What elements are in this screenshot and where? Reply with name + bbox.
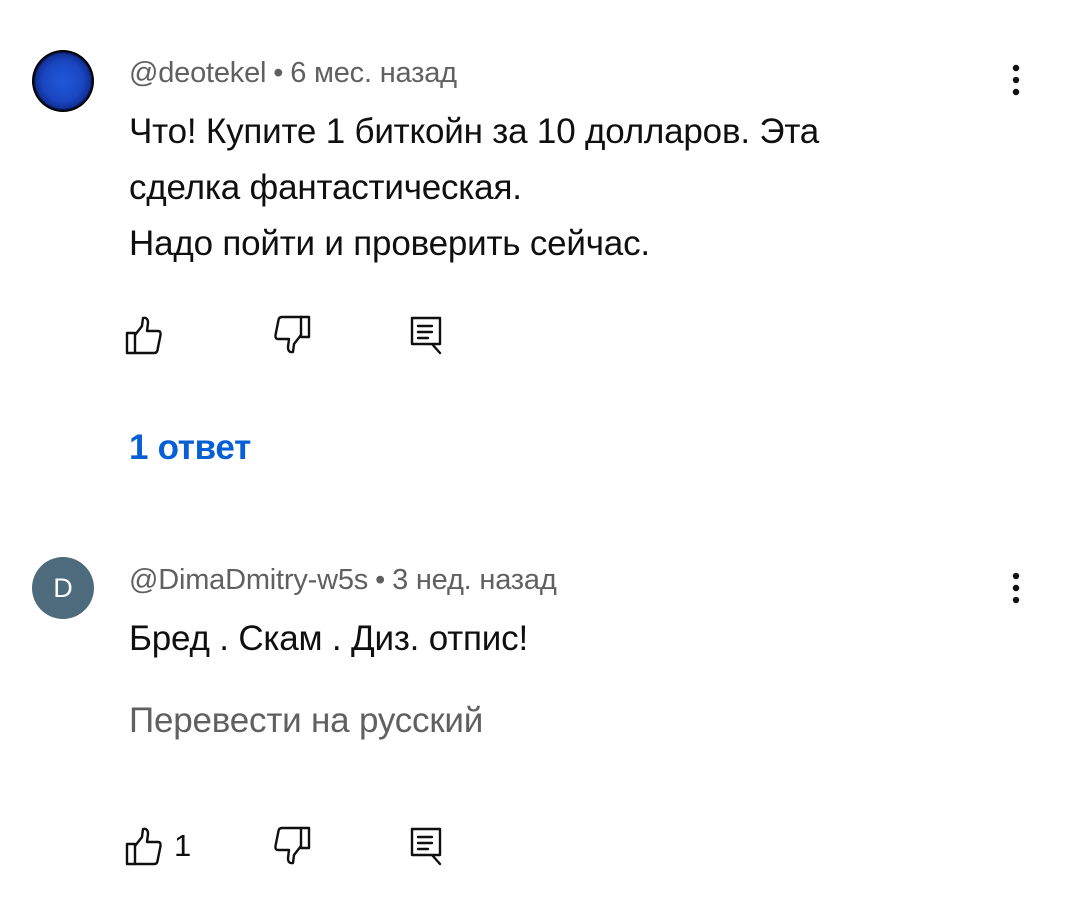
view-replies-button[interactable]: 1 ответ [129,428,251,468]
comment-thread: D @DimaDmitry-w5s • 3 нед. назад Бред . Ск… [0,520,1080,916]
translate-button[interactable]: Перевести на русский [129,701,483,741]
reply-comment-icon [406,314,446,356]
comment-text-line: Что! Купите 1 биткойн за 10 долларов. Эт… [129,112,820,151]
thumbs-up-icon [124,314,164,356]
comment-time: 6 мес. назад [290,57,457,89]
meta-separator: • [375,564,386,596]
reply-button[interactable] [406,823,446,869]
comment-text-line: Бред . Скам . Диз. отпис! [129,619,528,658]
comment-text-line: сделка фантастическая. [129,168,522,207]
author-avatar[interactable] [32,50,94,112]
comment-time: 3 нед. назад [392,564,557,596]
like-count: 1 [174,828,192,863]
comment-thread: @deotekel • 6 мес. назад Что! Купите 1 бит… [0,0,1080,520]
more-vertical-icon[interactable] [1000,60,1032,100]
thumbs-up-icon [124,825,164,867]
reply-button[interactable] [406,312,446,358]
comment-meta: @DimaDmitry-w5s • 3 нед. назад [129,564,557,597]
thumbs-down-icon [272,314,312,356]
dislike-button[interactable] [272,312,312,358]
author-avatar[interactable]: D [32,557,94,619]
comment-meta: @deotekel • 6 мес. назад [129,57,457,90]
thumbs-down-icon [272,825,312,867]
comment-text: Что! Купите 1 биткойн за 10 долларов. Эт… [129,104,989,272]
dislike-button[interactable] [272,823,312,869]
meta-separator: • [273,57,284,89]
more-vertical-icon[interactable] [1000,568,1032,608]
author-name[interactable]: @deotekel [129,57,266,89]
comment-text-line: Надо пойти и проверить сейчас. [129,224,650,263]
like-button[interactable] [124,312,164,358]
like-button[interactable]: 1 [124,823,191,869]
author-name[interactable]: @DimaDmitry-w5s [129,564,368,596]
reply-comment-icon [406,825,446,867]
comment-text: Бред . Скам . Диз. отпис! [129,611,989,667]
